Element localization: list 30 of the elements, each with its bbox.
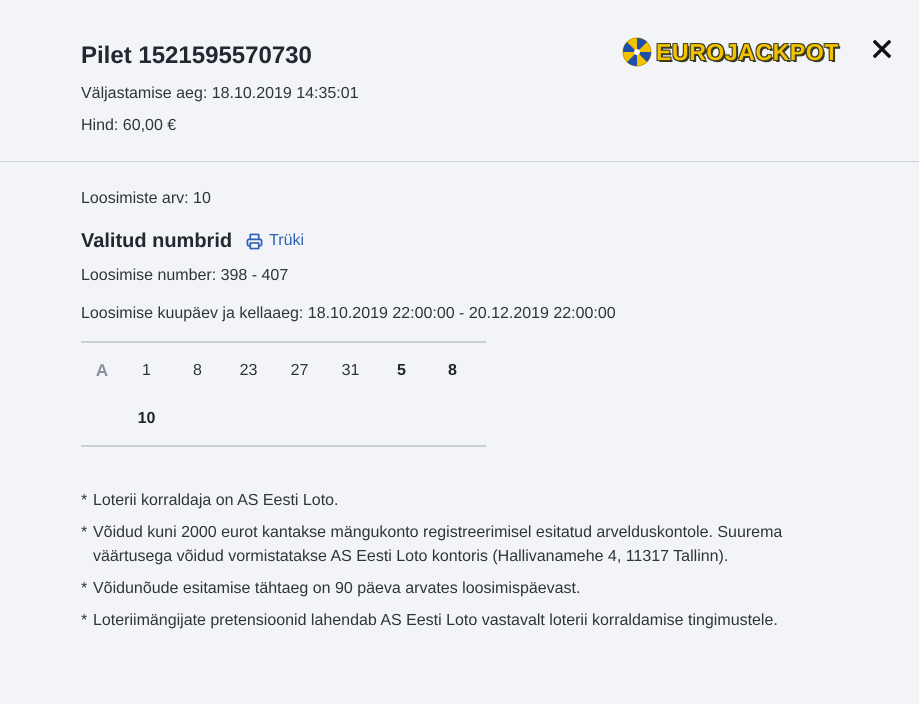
footnote-text: Loteriimängijate pretensioonid lahendab AS Eesti Loto vastavalt loterii korraldamise tingimustele. xyxy=(93,611,779,631)
selected-number: 27 xyxy=(290,361,310,381)
print-link[interactable]: Trüki xyxy=(246,229,304,253)
selected-number: 23 xyxy=(238,361,258,381)
footnote-marker: * xyxy=(81,491,88,511)
footnote-marker: * xyxy=(81,579,88,599)
selected-number: 31 xyxy=(340,361,360,381)
selected-number: 10 xyxy=(136,409,156,429)
footnote-text: Võidud kuni 2000 eurot kantakse mängukonto registreerimisel esitatud arvelduskontole. Suurema väärtusega võidud vormistatakse AS Eesti Loto kontoris (Hallivanamehe 4, 11317 Tallinn). xyxy=(93,523,784,567)
close-button[interactable] xyxy=(873,40,891,58)
selected-number: 5 xyxy=(396,361,407,381)
selected-number: 8 xyxy=(192,361,203,381)
printer-icon xyxy=(246,232,264,250)
section-heading: Valitud numbrid xyxy=(81,229,232,254)
footnote-marker: * xyxy=(81,523,88,543)
issue-time: Väljastamise aeg: 18.10.2019 14:35:01 xyxy=(81,84,359,104)
brand-logo-text: EUROJACKPOT xyxy=(656,39,839,65)
ticket-price: Hind: 60,00 € xyxy=(81,116,178,136)
footnote-text: Loterii korraldaja on AS Eesti Loto. xyxy=(93,491,340,511)
draw-number-range: Loosimise number: 398 - 407 xyxy=(81,266,290,286)
selected-number: 1 xyxy=(141,361,152,381)
footnote-marker: * xyxy=(81,611,88,631)
selected-number: 8 xyxy=(447,361,458,381)
draw-date-range: Loosimise kuupäev ja kellaaeg: 18.10.2019 22:00:00 - 20.12.2019 22:00:00 xyxy=(81,304,617,324)
draw-count: Loosimiste arv: 10 xyxy=(81,189,212,209)
line-label: A xyxy=(94,360,110,382)
close-icon xyxy=(873,40,891,58)
ball-logo-icon xyxy=(622,37,652,67)
ticket-title: Pilet 1521595570730 xyxy=(81,41,313,71)
footnote-text: Võidunõude esitamise tähtaeg on 90 päeva arvates loosimispäevast. xyxy=(93,579,582,599)
